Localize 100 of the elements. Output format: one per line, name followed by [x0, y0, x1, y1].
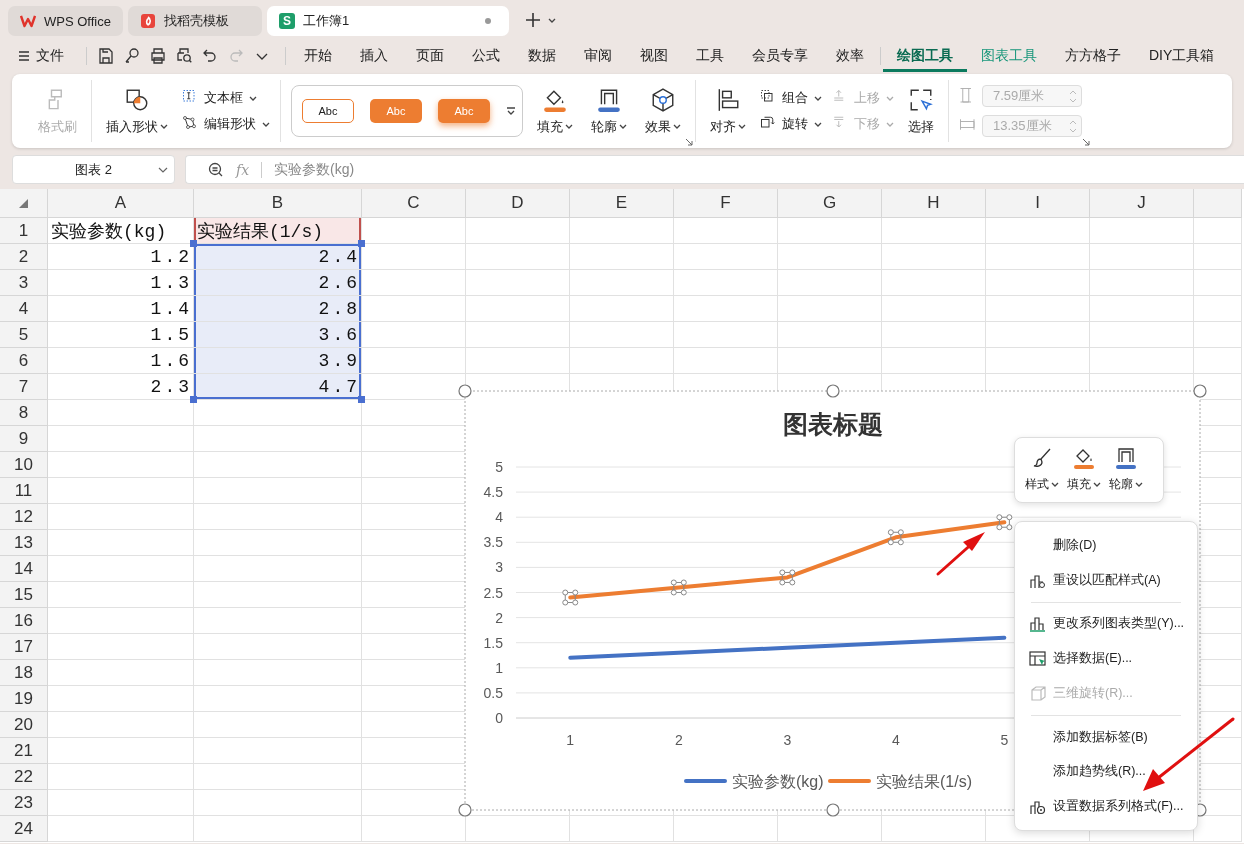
row-header[interactable]: 18	[0, 660, 48, 686]
ribbon-tab[interactable]: 视图	[626, 40, 682, 72]
row-header[interactable]: 7	[0, 374, 48, 400]
point-handle[interactable]	[670, 579, 687, 596]
fill-button[interactable]: 填充	[533, 84, 577, 138]
point-handle[interactable]	[562, 589, 579, 606]
column-header[interactable]: J	[1090, 189, 1194, 218]
column-header[interactable]: I	[986, 189, 1090, 218]
row-header[interactable]: 11	[0, 478, 48, 504]
range-handle[interactable]	[190, 396, 197, 403]
document-tab[interactable]: S 工作簿1	[267, 6, 509, 36]
axis-label: 3.5	[483, 534, 503, 551]
row-header[interactable]: 2	[0, 244, 48, 270]
resize-handle[interactable]	[458, 384, 472, 398]
legend-label[interactable]: 实验结果(1/s)	[876, 773, 972, 790]
format-button[interactable]: 轮廓	[1109, 446, 1143, 494]
point-handle[interactable]	[996, 514, 1013, 531]
table-cell	[1194, 270, 1242, 296]
format-button[interactable]: 填充	[1067, 446, 1101, 494]
column-header[interactable]: F	[674, 189, 778, 218]
row-header[interactable]: 22	[0, 764, 48, 790]
menu-item[interactable]: 删除(D)	[1015, 528, 1197, 563]
ribbon-tab[interactable]: 工具	[682, 40, 738, 72]
chart-title[interactable]: 图表标题	[783, 410, 883, 438]
edit-shape-button[interactable]: 编辑形状	[182, 115, 270, 133]
column-header[interactable]: D	[466, 189, 570, 218]
series-line[interactable]	[568, 520, 1007, 600]
range-handle[interactable]	[358, 240, 365, 247]
point-handle[interactable]	[887, 529, 904, 546]
row-header[interactable]: 19	[0, 686, 48, 712]
row-header[interactable]: 14	[0, 556, 48, 582]
ribbon-tab[interactable]: 插入	[346, 40, 402, 72]
file-menu[interactable]: 文件	[18, 47, 64, 65]
range-handle[interactable]	[190, 240, 197, 247]
group-button[interactable]: 组合	[760, 89, 822, 107]
row-header[interactable]: 12	[0, 504, 48, 530]
column-header[interactable]: A	[48, 189, 194, 218]
ribbon-tab[interactable]: 页面	[402, 40, 458, 72]
column-header[interactable]: H	[882, 189, 986, 218]
ribbon-tab[interactable]: 会员专享	[738, 40, 822, 72]
menu-item[interactable]: 更改系列图表类型(Y)...	[1015, 606, 1197, 642]
outline-button[interactable]: 轮廓	[587, 84, 631, 138]
axis-label: 0.5	[483, 684, 503, 701]
column-header[interactable]: C	[362, 189, 466, 218]
ribbon-tab[interactable]: 公式	[458, 40, 514, 72]
ribbon-tab[interactable]: 效率	[822, 40, 878, 72]
document-tab[interactable]: WPS Office	[8, 6, 123, 36]
insert-shape-button[interactable]: 插入形状	[102, 84, 172, 138]
rotation-icon	[1029, 684, 1046, 702]
row-header[interactable]: 17	[0, 634, 48, 660]
text-box-button[interactable]: 文本框	[182, 89, 270, 107]
ribbon-tab[interactable]: 数据	[514, 40, 570, 72]
menu-item[interactable]: 设置数据系列格式(F)...	[1015, 789, 1197, 824]
ribbon-tab[interactable]: 方方格子	[1051, 40, 1135, 72]
resize-handle[interactable]	[826, 803, 840, 817]
shape-style-swatch[interactable]: Abc	[302, 99, 354, 123]
align-button[interactable]: 对齐	[706, 84, 750, 138]
legend-label[interactable]: 实验参数(kg)	[732, 773, 824, 790]
ribbon-tab[interactable]: 开始	[290, 40, 346, 72]
row-header[interactable]: 16	[0, 608, 48, 634]
effects-button[interactable]: 效果	[641, 84, 685, 138]
column-header[interactable]: G	[778, 189, 882, 218]
column-header[interactable]: E	[570, 189, 674, 218]
row-header[interactable]: 9	[0, 426, 48, 452]
row-header[interactable]: 24	[0, 816, 48, 842]
ribbon-tab[interactable]: 审阅	[570, 40, 626, 72]
row-header[interactable]: 8	[0, 400, 48, 426]
format-button[interactable]: 样式	[1025, 446, 1059, 494]
row-header[interactable]: 5	[0, 322, 48, 348]
row-header[interactable]: 15	[0, 582, 48, 608]
document-tab[interactable]: 找稻壳模板	[128, 6, 262, 36]
row-header[interactable]: 23	[0, 790, 48, 816]
resize-handle[interactable]	[1193, 384, 1207, 398]
row-header[interactable]: 1	[0, 218, 48, 244]
series-line[interactable]	[568, 635, 1007, 660]
column-header[interactable]: B	[194, 189, 362, 218]
range-handle[interactable]	[358, 396, 365, 403]
table-cell	[1194, 322, 1242, 348]
name-box[interactable]: 图表 2	[12, 155, 175, 184]
redo-icon	[227, 47, 245, 65]
menu-item[interactable]: 添加数据标签(B)	[1015, 719, 1197, 755]
axis-label: 4	[495, 509, 503, 526]
rotate-button[interactable]: 旋转	[760, 115, 822, 133]
select-button[interactable]: 选择	[904, 84, 938, 138]
row-header[interactable]: 10	[0, 452, 48, 478]
menu-item[interactable]: 重设以匹配样式(A)	[1015, 562, 1197, 598]
resize-handle[interactable]	[458, 803, 472, 817]
row-header[interactable]: 13	[0, 530, 48, 556]
point-handle[interactable]	[779, 569, 796, 586]
resize-handle[interactable]	[826, 384, 840, 398]
row-header[interactable]: 20	[0, 712, 48, 738]
row-header[interactable]: 6	[0, 348, 48, 374]
row-header[interactable]: 21	[0, 738, 48, 764]
legend-line	[828, 779, 871, 783]
menu-item[interactable]: 选择数据(E)...	[1015, 641, 1197, 676]
menu-item[interactable]: 添加趋势线(R)...	[1015, 754, 1197, 790]
formula-field[interactable]: 实验参数(kg)	[274, 160, 355, 179]
ribbon-tab[interactable]: DIY工具箱	[1135, 40, 1229, 72]
row-header[interactable]: 3	[0, 270, 48, 296]
row-header[interactable]: 4	[0, 296, 48, 322]
